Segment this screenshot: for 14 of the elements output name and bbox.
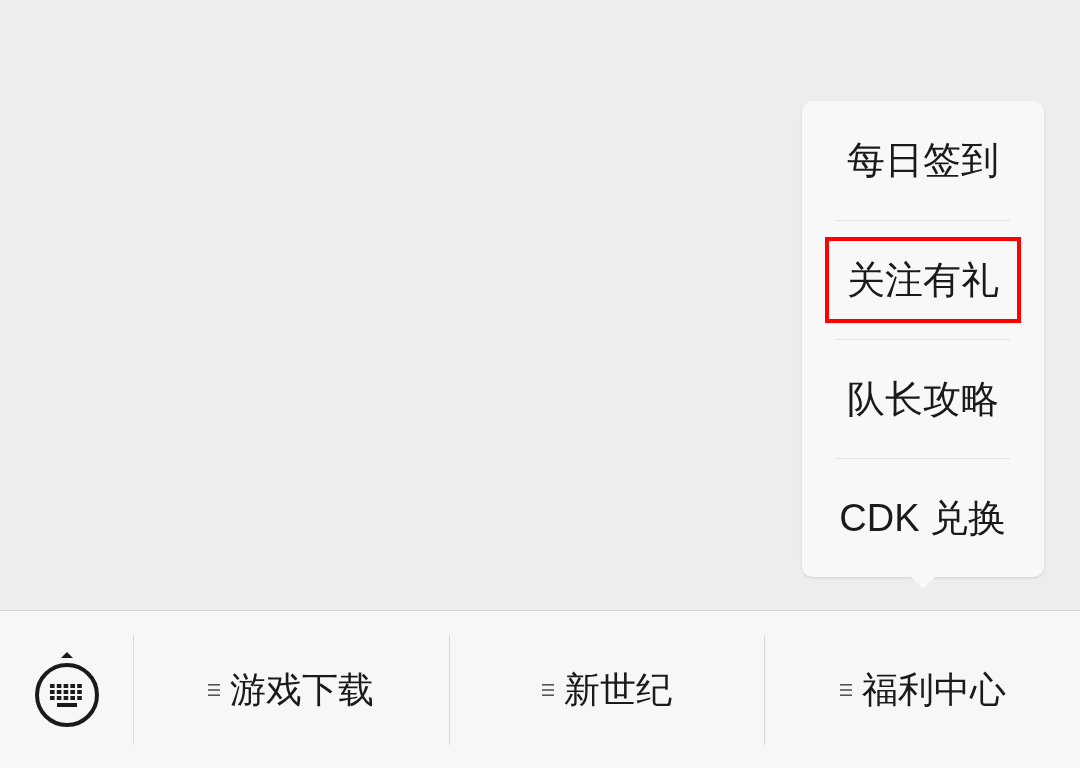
menu-list-icon [542, 682, 554, 697]
menu-list-icon [208, 682, 221, 697]
menu-tab[interactable]: 福利中心 [839, 662, 1006, 717]
submenu-item[interactable]: 队长攻略 [824, 355, 1021, 442]
menu-tab-label: 福利中心 [861, 667, 1006, 712]
submenu-item[interactable]: 关注有礼 [824, 236, 1021, 323]
keyboard-icon[interactable] [32, 650, 101, 729]
submenu-item[interactable]: CDK 兑换 [817, 474, 1029, 561]
menu-list-icon [839, 682, 852, 697]
submenu-item[interactable]: 每日签到 [824, 117, 1021, 203]
menu-tab[interactable]: 新世纪 [542, 662, 672, 717]
menu-tab-label: 游戏下载 [230, 667, 375, 712]
menu-tab[interactable]: 游戏下载 [208, 662, 375, 717]
menu-tab-label: 新世纪 [564, 667, 672, 712]
